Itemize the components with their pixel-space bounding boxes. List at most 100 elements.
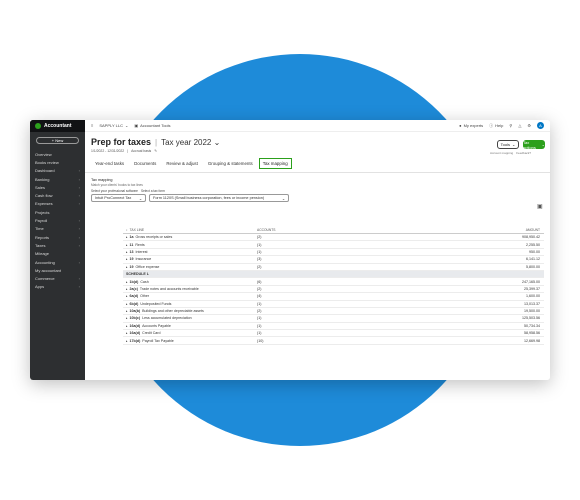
new-button[interactable]: + New xyxy=(36,137,79,144)
expand-caret-icon[interactable]: ▸ xyxy=(126,243,128,247)
person-icon: ● xyxy=(459,123,462,128)
expand-caret-icon[interactable]: ▸ xyxy=(126,287,128,291)
sidebar-item-banking[interactable]: Banking › xyxy=(30,175,85,183)
expand-caret-icon[interactable]: ▸ xyxy=(126,250,128,254)
tax-line-name: Interest xyxy=(135,249,148,254)
stage: Accountant + New Overview Books review Das… xyxy=(0,0,580,500)
expand-caret-icon[interactable]: ▸ xyxy=(126,257,128,261)
table-row[interactable]: ▸ 10a(b) Buildings and other depreciable a… xyxy=(123,308,544,316)
expand-caret-icon[interactable]: ▸ xyxy=(126,309,128,313)
accountant-tools[interactable]: ▣ Accountant Tools xyxy=(134,123,170,128)
table-row[interactable]: ▸ 6b(d) Undeposited Funds (1) 13,013.37 xyxy=(123,301,544,308)
sidebar-item-taxes[interactable]: Taxes › xyxy=(30,241,85,249)
sidebar-item-my-accountant[interactable]: My accountant xyxy=(30,266,85,274)
chevron-down-icon: ⌄ xyxy=(138,196,142,201)
sidebar-item-sales[interactable]: Sales › xyxy=(30,183,85,191)
export-icon[interactable]: ▣ xyxy=(537,203,543,210)
tax-line-number: 6b(d) xyxy=(129,301,139,306)
table-row[interactable]: ▸ 11 Rents (1) 2,255.50 xyxy=(123,241,544,249)
expand-caret-icon[interactable]: ▸ xyxy=(126,302,128,306)
sidebar-item-dashboard[interactable]: Dashboard › xyxy=(30,167,85,175)
tab-review-adjust[interactable]: Review & adjust xyxy=(162,158,201,169)
form-label: Select a tax form xyxy=(140,189,165,193)
tax-year-selector[interactable]: Tax year 2022 ⌄ xyxy=(161,138,220,147)
table-row[interactable]: ▸ 13 Interest (1) 950.00 xyxy=(123,249,544,257)
expand-caret-icon[interactable]: ▸ xyxy=(126,265,128,269)
sidebar-item-expenses[interactable]: Expenses › xyxy=(30,200,85,208)
tab-grouping-statements[interactable]: Grouping & statements xyxy=(204,158,257,169)
tax-line-name: Insurance xyxy=(135,257,152,262)
sidebar-item-payroll[interactable]: Payroll › xyxy=(30,216,85,224)
expand-caret-icon[interactable]: ▸ xyxy=(126,331,128,335)
section-subtitle: Match your clients' books to tax lines xyxy=(91,183,143,187)
account-mapping-link[interactable]: Account mapping xyxy=(490,151,513,155)
chevron-right-icon: › xyxy=(78,234,80,240)
sidebar-item-reports[interactable]: Reports › xyxy=(30,233,85,241)
sidebar-item-cash-flow[interactable]: Cash flow › xyxy=(30,191,85,199)
pencil-icon[interactable]: ✎ xyxy=(154,149,157,153)
sidebar-item-accounting[interactable]: Accounting › xyxy=(30,258,85,266)
company-switcher[interactable]: SAPPLY LLC ⌄ xyxy=(99,123,128,128)
tax-form-select[interactable]: Form 1120S (Small business corporation, … xyxy=(149,194,289,202)
accounts-count: (6) xyxy=(257,279,262,284)
sidebar-item-mileage[interactable]: Mileage xyxy=(30,250,85,258)
sidebar-item-projects[interactable]: Projects xyxy=(30,208,85,216)
select-row: Intuit ProConnect Tax ⌄ Form 1120S (Smal… xyxy=(91,194,289,202)
tab-year-end-tasks[interactable]: Year-end tasks xyxy=(91,158,128,169)
title-divider: | xyxy=(155,138,158,147)
menu-icon[interactable]: ≡ xyxy=(91,123,93,128)
expand-caret-icon[interactable]: ▸ xyxy=(126,280,128,284)
help[interactable]: ⓘ Help xyxy=(489,123,503,129)
bell-icon[interactable]: △ xyxy=(518,123,521,128)
help-icon: ⓘ xyxy=(489,122,494,128)
expand-caret-icon[interactable]: ▸ xyxy=(126,235,128,239)
header-tax-line[interactable]: TAX LINE xyxy=(130,228,144,232)
sidebar-item-commerce[interactable]: Commerce › xyxy=(30,274,85,282)
table-row[interactable]: ▸ 17b(d) Payroll Tax Payable (10) 12,669.98 xyxy=(123,337,544,345)
tax-line-name: Buildings and other depreciable assets xyxy=(142,309,204,314)
header-amount: AMOUNT xyxy=(525,227,540,232)
table-row[interactable]: ▸ 1a Gross receipts or sales (2) 908,950.42 xyxy=(123,234,544,242)
expand-caret-icon[interactable]: ▸ xyxy=(126,339,128,343)
gear-icon[interactable]: ⚙ xyxy=(527,123,531,128)
table-row[interactable]: ▸ 16a(d) Accounts Payable (1) 50,734.34 xyxy=(123,323,544,331)
expand-caret-icon[interactable]: ▸ xyxy=(126,316,128,320)
expand-caret-icon[interactable]: ▸ xyxy=(126,324,128,328)
tools-button[interactable]: Tools ⌄ xyxy=(497,140,519,149)
expand-caret-icon[interactable]: ▸ xyxy=(126,294,128,298)
title-row: Prep for taxes | Tax year 2022 ⌄ xyxy=(91,137,220,147)
table-row[interactable]: ▸ 1b(d) Cash (6) 247,165.00 xyxy=(123,278,544,286)
tax-line-name: Rents xyxy=(135,242,145,247)
sidebar-item-time[interactable]: Time › xyxy=(30,225,85,233)
avatar[interactable]: A xyxy=(537,122,544,129)
feedback-link[interactable]: Feedback? xyxy=(516,151,531,155)
table-row[interactable]: ▸ 19 Office expense (2) 5,800.00 xyxy=(123,264,544,271)
amount: 125,503.56 xyxy=(522,316,540,321)
table-row[interactable]: ▸ 19 Insurance (3) 6,141.12 xyxy=(123,256,544,264)
my-experts[interactable]: ● My experts xyxy=(459,123,483,128)
sidebar-item-label: Time xyxy=(35,226,44,232)
tax-line-number: 1b(d) xyxy=(129,279,139,284)
sidebar-item-apps[interactable]: Apps › xyxy=(30,283,85,291)
software-select[interactable]: Intuit ProConnect Tax ⌄ xyxy=(91,194,146,202)
sidebar: Accountant + New Overview Books review Das… xyxy=(30,120,85,380)
table-row[interactable]: ▸ 2a(c) Trade notes and accounts receivabl… xyxy=(123,286,544,294)
table-row[interactable]: ▸ 10b(c) Less accumulated depreciation (1) 1… xyxy=(123,315,544,323)
tab-documents[interactable]: Documents xyxy=(130,158,160,169)
sidebar-item-books-review[interactable]: Books review xyxy=(30,158,85,166)
tax-options-button[interactable]: Tax options ⌄ xyxy=(523,140,545,150)
table-row[interactable]: ▸ 16a(d) Credit Card (1) 58,958.56 xyxy=(123,330,544,338)
chevron-down-icon: ⌄ xyxy=(213,138,221,147)
table-row[interactable]: ▸ 6a(d) Other (4) 1,600.00 xyxy=(123,293,544,301)
chevron-right-icon: › xyxy=(78,168,80,174)
sidebar-item-overview[interactable]: Overview xyxy=(30,150,85,158)
date-range: 1/1/2022 - 12/31/2022 xyxy=(91,149,125,153)
sidebar-item-label: Projects xyxy=(35,209,50,215)
search-icon[interactable]: ⚲ xyxy=(509,123,512,128)
tab-tax-mapping[interactable]: Tax mapping xyxy=(258,158,292,169)
sidebar-item-label: Accounting xyxy=(35,259,55,265)
tax-line-name: Payroll Tax Payable xyxy=(142,338,174,343)
period-info: 1/1/2022 - 12/31/2022 | Accrual basis ✎ xyxy=(91,149,157,153)
amount: 12,669.98 xyxy=(524,338,540,343)
sort-icon[interactable]: ↕ xyxy=(126,228,128,232)
